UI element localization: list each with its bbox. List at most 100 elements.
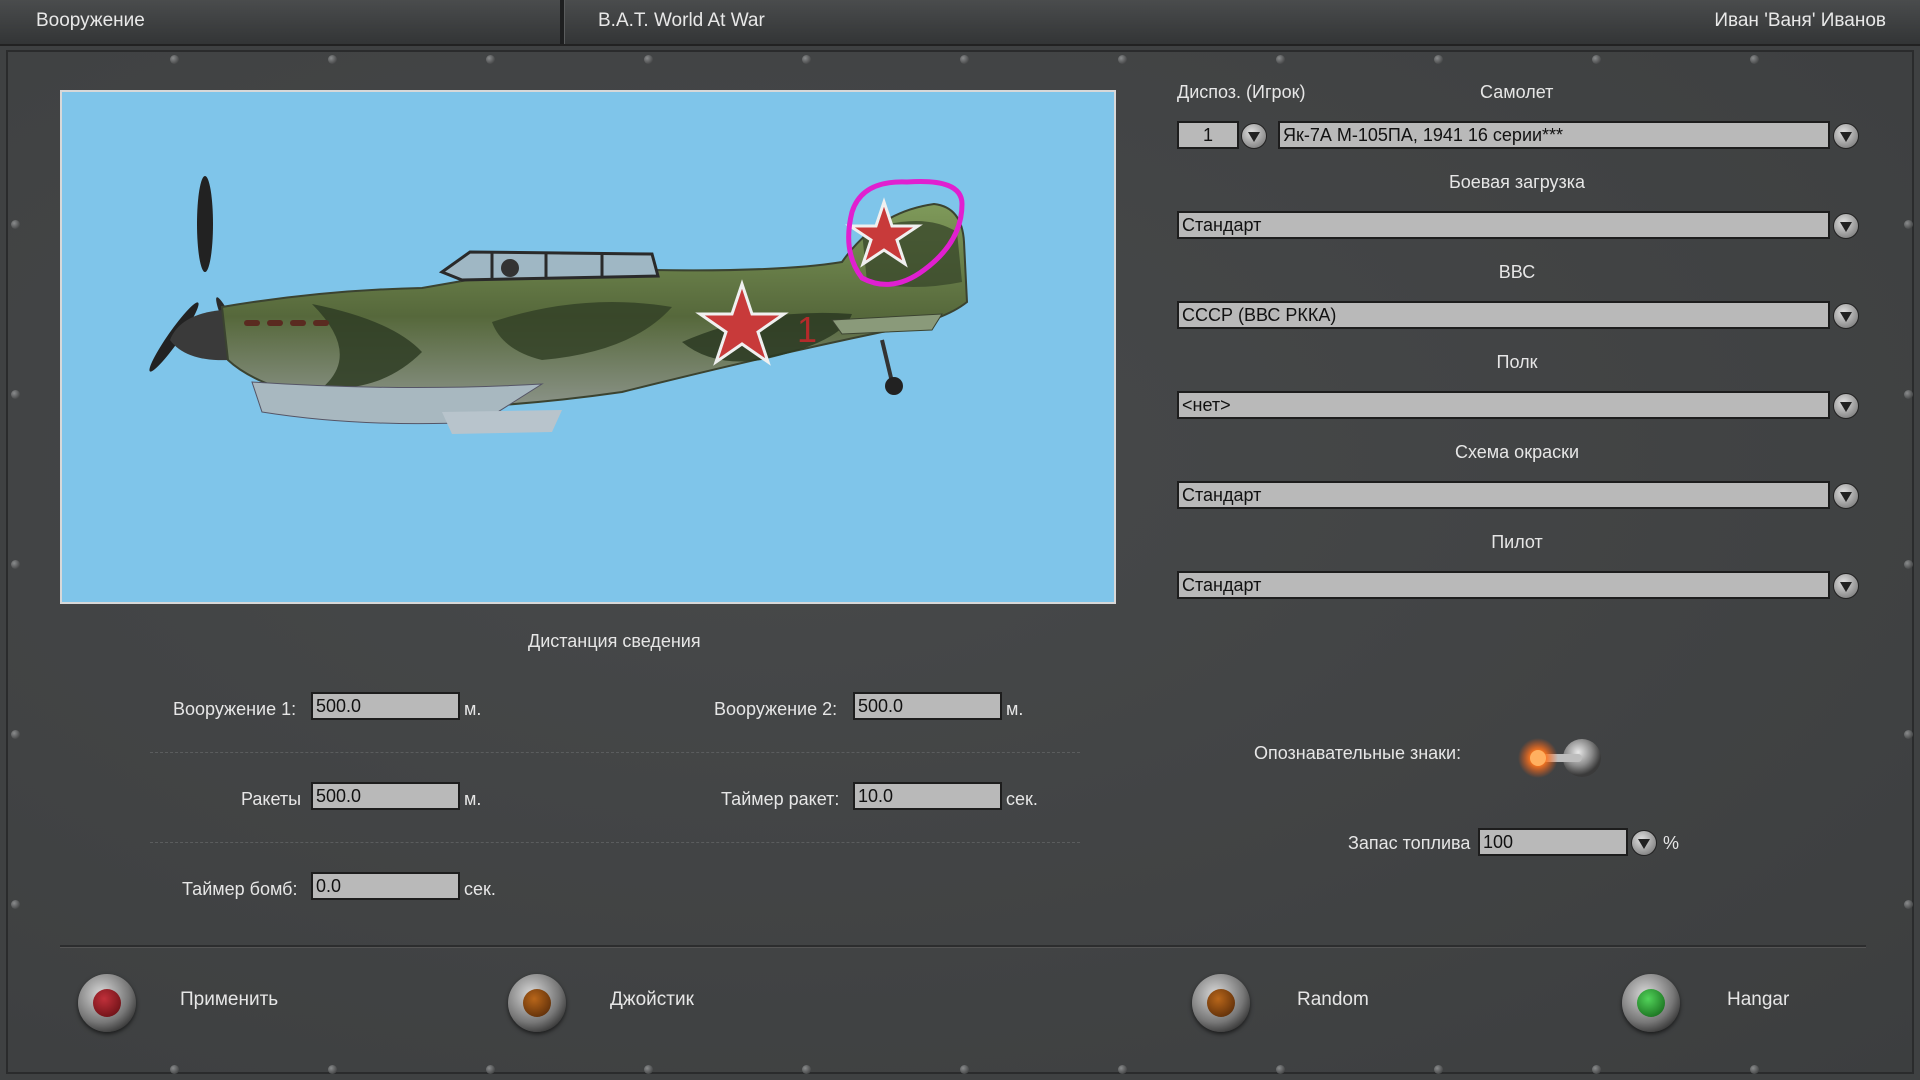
pilot-select[interactable]: Стандарт: [1177, 571, 1830, 599]
chevron-down-icon: [1840, 492, 1852, 502]
chevron-down-icon: [1840, 132, 1852, 142]
section-title: Вооружение: [36, 10, 145, 31]
rivet: [11, 900, 20, 909]
hangar-button[interactable]: [1622, 974, 1680, 1032]
chevron-down-icon: [1248, 132, 1260, 142]
weapon2-unit: м.: [1006, 699, 1024, 719]
rocket-timer-input[interactable]: 10.0: [853, 782, 1002, 810]
aircraft-preview: 1: [60, 90, 1116, 604]
regiment-label: Полк: [1496, 352, 1538, 372]
loadout-label: Боевая загрузка: [1448, 172, 1586, 192]
weapon2-input[interactable]: 500.0: [853, 692, 1002, 720]
paint-scheme-dropdown-button[interactable]: [1833, 483, 1859, 509]
rocket-timer-unit: сек.: [1006, 789, 1038, 809]
chevron-down-icon: [1840, 312, 1852, 322]
convergence-title: Дистанция сведения: [528, 631, 701, 651]
fuel-label: Запас топлива: [1348, 833, 1471, 853]
chevron-down-icon: [1638, 839, 1650, 849]
title-bar: Вооружение B.A.T. World At War Иван 'Ван…: [0, 0, 1920, 46]
pilot-label: Пилот: [1491, 532, 1543, 552]
airforce-label: ВВС: [1498, 262, 1536, 282]
rockets-label: Ракеты: [241, 789, 302, 809]
amber-lamp-icon: [1207, 989, 1235, 1017]
loadout-dropdown-button[interactable]: [1833, 213, 1859, 239]
dispo-dropdown-button[interactable]: [1241, 123, 1267, 149]
rockets-unit: м.: [464, 789, 482, 809]
plane-label: Самолет: [1480, 82, 1554, 102]
rivet: [486, 55, 495, 64]
rivet: [11, 220, 20, 229]
fuel-dropdown-button[interactable]: [1631, 830, 1657, 856]
row-separator: [150, 752, 1080, 753]
apply-button[interactable]: [78, 974, 136, 1032]
airforce-dropdown-button[interactable]: [1833, 303, 1859, 329]
chevron-down-icon: [1840, 402, 1852, 412]
title-divider: [560, 0, 564, 44]
rivet: [1434, 1065, 1443, 1074]
amber-lamp-icon: [523, 989, 551, 1017]
rivet: [1904, 730, 1913, 739]
rivet: [802, 55, 811, 64]
red-lamp-icon: [93, 989, 121, 1017]
rivet: [644, 55, 653, 64]
rocket-timer-label: Таймер ракет:: [721, 789, 840, 809]
weapon1-input[interactable]: 500.0: [311, 692, 460, 720]
chevron-down-icon: [1840, 222, 1852, 232]
loadout-select[interactable]: Стандарт: [1177, 211, 1830, 239]
rivet: [170, 1065, 179, 1074]
fuel-input[interactable]: 100: [1478, 828, 1628, 856]
bomb-timer-label: Таймер бомб:: [182, 879, 298, 899]
rockets-input[interactable]: 500.0: [311, 782, 460, 810]
rivet: [802, 1065, 811, 1074]
random-button[interactable]: [1192, 974, 1250, 1032]
markings-label: Опознавательные знаки:: [1254, 743, 1462, 763]
regiment-select[interactable]: <нет>: [1177, 391, 1830, 419]
rivet: [960, 1065, 969, 1074]
markings-toggle[interactable]: [1512, 734, 1606, 780]
joystick-button[interactable]: [508, 974, 566, 1032]
weapon1-label: Вооружение 1:: [173, 699, 297, 719]
bomb-timer-unit: сек.: [464, 879, 496, 899]
pilot-dropdown-button[interactable]: [1833, 573, 1859, 599]
green-lamp-icon: [1637, 989, 1665, 1017]
airforce-select[interactable]: СССР (ВВС РККА): [1177, 301, 1830, 329]
hangar-label[interactable]: Hangar: [1727, 989, 1789, 1011]
weapon1-unit: м.: [464, 699, 482, 719]
rivet: [170, 55, 179, 64]
rivet: [960, 55, 969, 64]
paint-scheme-select[interactable]: Стандарт: [1177, 481, 1830, 509]
player-name: Иван 'Ваня' Иванов: [1714, 10, 1886, 31]
toggle-switch-icon: [1518, 738, 1601, 778]
chevron-down-icon: [1840, 582, 1852, 592]
row-separator: [150, 842, 1080, 843]
rivet: [1904, 220, 1913, 229]
game-title: B.A.T. World At War: [598, 10, 765, 31]
regiment-dropdown-button[interactable]: [1833, 393, 1859, 419]
bottom-divider: [60, 945, 1866, 948]
rivet: [1118, 55, 1127, 64]
plane-dropdown-button[interactable]: [1833, 123, 1859, 149]
rivet: [1904, 390, 1913, 399]
random-label[interactable]: Random: [1297, 989, 1369, 1011]
weapon2-label: Вооружение 2:: [714, 699, 838, 719]
dispo-input[interactable]: 1: [1177, 121, 1239, 149]
plane-select[interactable]: Як-7А М-105ПА, 1941 16 серии***: [1278, 121, 1830, 149]
aircraft-image: 1: [149, 176, 969, 434]
rivet: [1750, 1065, 1759, 1074]
rivet: [1592, 1065, 1601, 1074]
paint-scheme-label: Схема окраски: [1454, 442, 1580, 462]
rivet: [1904, 900, 1913, 909]
rivet: [486, 1065, 495, 1074]
rivet: [328, 55, 337, 64]
dispo-label: Диспоз. (Игрок): [1177, 82, 1306, 102]
bomb-timer-input[interactable]: 0.0: [311, 872, 460, 900]
rivet: [1592, 55, 1601, 64]
joystick-label[interactable]: Джойстик: [610, 989, 694, 1011]
fuel-unit: %: [1663, 833, 1680, 853]
rivet: [1276, 55, 1285, 64]
rivet: [11, 390, 20, 399]
rivet: [1904, 560, 1913, 569]
rivet: [1276, 1065, 1285, 1074]
apply-label[interactable]: Применить: [180, 989, 278, 1011]
rivet: [1118, 1065, 1127, 1074]
